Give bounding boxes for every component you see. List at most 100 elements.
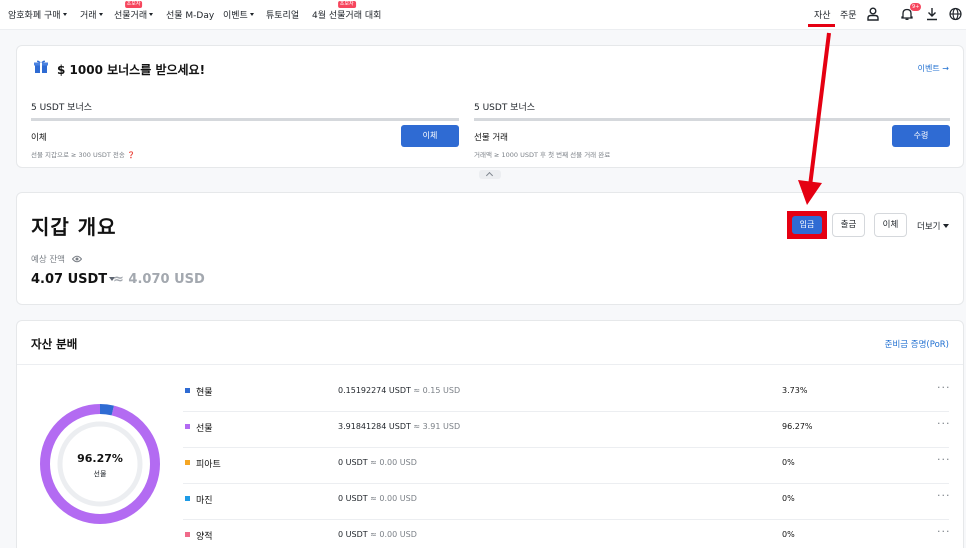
nav-events-label: 이벤트 [223, 11, 248, 21]
balance-label-text: 예상 잔액 [31, 255, 65, 265]
asset-amount: 0.15192274 USDT ≈ 0.15 USD [338, 386, 460, 395]
wallet-overview-card: 지갑 개요 입금 출금 이체 더보기 예상 잔액 4.07 USDT ≈ 4.0… [16, 192, 964, 305]
nav-tutorial-label: 튜토리얼 [266, 11, 300, 21]
asset-row-margin: 마진 0 USDT ≈ 0.00 USD 0% ··· [183, 484, 951, 520]
asset-percent: 3.73% [782, 386, 808, 395]
chevron-down-icon [98, 13, 103, 16]
asset-percent: 96.27% [782, 422, 813, 431]
user-icon[interactable] [867, 6, 879, 25]
asset-name: 마진 [196, 496, 213, 506]
asset-amount-usdt: 0 USDT [338, 494, 368, 503]
chevron-down-icon [62, 13, 67, 16]
donut-center-label: 선물 [93, 470, 107, 478]
asset-amount-usdt: 0 USDT [338, 530, 368, 539]
more-options-icon[interactable]: ··· [937, 489, 951, 502]
nav-buy-crypto[interactable]: 암호화폐 구매 [8, 8, 67, 21]
balance-value[interactable]: 4.07 USDT [31, 272, 116, 287]
transfer-button[interactable]: 이체 [401, 125, 459, 147]
asset-name: 현물 [196, 388, 213, 398]
asset-row-futures: 선물 3.91841284 USDT ≈ 3.91 USD 96.27% ··· [183, 412, 951, 448]
task-name: 선물 거래 [474, 133, 508, 143]
more-options-icon[interactable]: ··· [937, 417, 951, 430]
bonus-task-transfer: 5 USDT 보너스 이체 선물 지갑으로 ≥ 300 USDT 전송 ❓ 이체 [31, 100, 459, 159]
bell-icon[interactable]: 9+ [901, 3, 922, 25]
asset-amount-usd: ≈ 0.00 USD [367, 530, 417, 539]
nav-trade-label: 거래 [80, 11, 97, 21]
nav-assets[interactable]: 자산 [814, 8, 831, 21]
task-desc: 거래액 ≥ 1000 USDT 후 첫 번째 선물 거래 완료 [474, 151, 611, 159]
bonus-card: $ 1000 보너스를 받으세요! 이벤트 → 5 USDT 보너스 이체 선물… [16, 45, 964, 168]
nav-orders[interactable]: 주문 [840, 8, 857, 21]
nav-trade[interactable]: 거래 [80, 8, 103, 21]
more-options-icon[interactable]: ··· [937, 453, 951, 466]
balance-amount: 4.07 USDT [31, 272, 108, 287]
proof-of-reserves-link[interactable]: 준비금 증명(PoR) [885, 338, 949, 350]
asset-row-fiat: 피아트 0 USDT ≈ 0.00 USD 0% ··· [183, 448, 951, 484]
nav-competition[interactable]: 초보자 4월 선물거래 대회 [312, 1, 382, 21]
collapse-toggle[interactable] [479, 170, 501, 179]
legend-dot [185, 496, 190, 501]
download-icon[interactable] [926, 6, 938, 25]
chevron-down-icon [149, 13, 154, 16]
asset-amount-usd: ≈ 0.00 USD [367, 458, 417, 467]
page-title: 지갑 개요 [31, 215, 117, 239]
asset-percent: 0% [782, 458, 795, 467]
legend-dot [185, 424, 190, 429]
nav-events[interactable]: 이벤트 [223, 8, 254, 21]
beginner-badge: 초보자 [124, 1, 143, 8]
nav-futures-label: 선물거래 [114, 11, 148, 21]
asset-name: 양적 [196, 532, 213, 542]
legend-dot [185, 532, 190, 537]
nav-futures-mday[interactable]: 선물 M-Day [166, 8, 214, 21]
chevron-down-icon [249, 13, 254, 16]
nav-futures-mday-label: 선물 M-Day [166, 11, 215, 21]
task-head: 5 USDT 보너스 [31, 100, 459, 121]
claim-button[interactable]: 수령 [892, 125, 950, 147]
annotation-underline [808, 24, 835, 27]
asset-amount-usd: ≈ 0.15 USD [410, 386, 461, 395]
asset-name: 피아트 [196, 460, 221, 470]
nav-futures[interactable]: 초보자선물거래 [114, 1, 154, 21]
asset-amount: 0 USDT ≈ 0.00 USD [338, 530, 417, 539]
gift-icon [34, 59, 48, 74]
beginner-badge: 초보자 [337, 1, 356, 8]
more-options-icon[interactable]: ··· [937, 381, 951, 394]
balance-approx: ≈ 4.070 USD [113, 272, 205, 287]
asset-amount-usd: ≈ 0.00 USD [367, 494, 417, 503]
asset-distribution-card: 자산 분배 준비금 증명(PoR) 96.27% 선물 현물 0.1519227… [16, 320, 964, 548]
task-head: 5 USDT 보너스 [474, 100, 950, 121]
nav-competition-label: 4월 선물거래 대회 [312, 11, 382, 21]
legend-dot [185, 460, 190, 465]
bonus-task-futures: 5 USDT 보너스 선물 거래 거래액 ≥ 1000 USDT 후 첫 번째 … [474, 100, 950, 159]
event-link[interactable]: 이벤트 → [918, 63, 949, 74]
transfer-button[interactable]: 이체 [874, 213, 907, 237]
bonus-title: $ 1000 보너스를 받으세요! [57, 63, 206, 77]
eye-icon[interactable] [71, 255, 82, 263]
annotation-highlight-box: 입금 [787, 211, 827, 239]
asset-percent: 0% [782, 530, 795, 539]
legend-dot [185, 388, 190, 393]
more-options-icon[interactable]: ··· [937, 525, 951, 538]
top-nav: 암호화폐 구매 거래 초보자선물거래 선물 M-Day 이벤트 튜토리얼 초보자… [0, 0, 966, 30]
asset-amount: 0 USDT ≈ 0.00 USD [338, 458, 417, 467]
asset-amount: 3.91841284 USDT ≈ 3.91 USD [338, 422, 460, 431]
more-label: 더보기 [917, 222, 941, 232]
globe-icon[interactable] [949, 6, 962, 25]
notification-count-badge: 9+ [910, 3, 922, 11]
asset-name: 선물 [196, 424, 213, 434]
asset-amount-usdt: 3.91841284 USDT [338, 422, 411, 431]
asset-row-spot: 현물 0.15192274 USDT ≈ 0.15 USD 3.73% ··· [183, 376, 951, 412]
withdraw-button[interactable]: 출금 [832, 213, 865, 237]
deposit-button[interactable]: 입금 [792, 216, 822, 234]
asset-amount-usdt: 0 USDT [338, 458, 368, 467]
asset-row-quant: 양적 0 USDT ≈ 0.00 USD 0% ··· [183, 520, 951, 548]
task-desc: 선물 지갑으로 ≥ 300 USDT 전송 ❓ [31, 151, 136, 159]
donut-center-percent: 96.27% [77, 452, 123, 465]
asset-percent: 0% [782, 494, 795, 503]
asset-amount: 0 USDT ≈ 0.00 USD [338, 494, 417, 503]
nav-tutorial[interactable]: 튜토리얼 [266, 8, 299, 21]
asset-amount-usdt: 0.15192274 USDT [338, 386, 411, 395]
section-title: 자산 분배 [31, 337, 78, 351]
chevron-down-icon [943, 224, 950, 228]
more-dropdown[interactable]: 더보기 [917, 220, 950, 232]
